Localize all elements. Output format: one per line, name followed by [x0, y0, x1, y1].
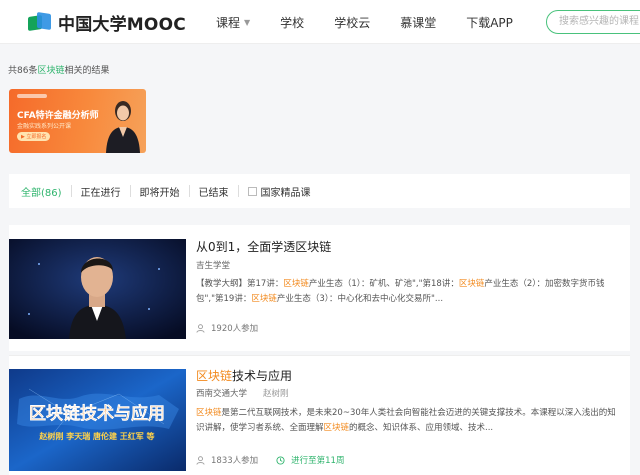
nav-item-download-app[interactable]: 下载APP: [466, 14, 513, 31]
logo-icon: [28, 12, 52, 32]
enrolled-count: 1920人参加: [211, 324, 259, 334]
divider: [237, 185, 239, 197]
course-school[interactable]: 西南交通大学: [196, 389, 247, 399]
nav-item-courses[interactable]: 课程 ▼: [216, 14, 250, 31]
user-icon: [196, 323, 205, 333]
divider: [70, 185, 72, 197]
thumbnail-title: 区块链技术与应用: [29, 403, 165, 424]
course-description: 【教学大纲】第17讲：区块链产业生态（1）：矿机、矿池","第18讲：区块链产业…: [196, 279, 605, 304]
main-nav: 课程 ▼ 学校 学校云 慕课堂 下载APP: [216, 0, 543, 44]
nav-item-school-cloud[interactable]: 学校云: [334, 14, 370, 31]
progress-status: 进行至第11周: [276, 454, 344, 466]
divider: [188, 185, 190, 197]
enrolled-count: 1833人参加: [211, 456, 259, 466]
national-quality-checkbox[interactable]: [247, 186, 257, 196]
banner-subtitle: 金融实践系列公开课: [17, 123, 72, 130]
banner-signup-tag: ▶ 立即报名: [17, 132, 51, 141]
course-thumbnail-image: 区块链技术与应用 赵树刚 李天瑞 唐伦建 王红军 等: [9, 369, 186, 471]
thumbnail-teachers: 赵树刚 李天瑞 唐伦建 王红军 等: [38, 431, 154, 441]
course-card[interactable]: 区块链技术与应用 赵树刚 李天瑞 唐伦建 王红军 等 区块链技术与应用 西南交通…: [9, 355, 630, 475]
course-teacher[interactable]: 赵树刚: [263, 389, 289, 399]
course-school-line: 西南交通大学 赵树刚: [196, 387, 289, 399]
course-card[interactable]: 从0到1，全面学透区块链 吉生学堂 【教学大纲】第17讲：区块链产业生态（1）：…: [9, 225, 630, 351]
user-icon: [196, 455, 205, 465]
chevron-down-icon: ▼: [244, 17, 251, 27]
filter-all[interactable]: 全部(86): [21, 184, 62, 199]
nav-item-mooc-class[interactable]: 慕课堂: [400, 14, 436, 31]
nav-item-schools[interactable]: 学校: [280, 14, 304, 31]
filter-ongoing[interactable]: 正在进行: [81, 184, 121, 199]
course-title[interactable]: 从0到1，全面学透区块链: [196, 238, 331, 255]
result-count: 共86条区块链相关的结果: [8, 66, 110, 76]
course-school[interactable]: 吉生学堂: [196, 259, 230, 271]
filter-upcoming[interactable]: 即将开始: [140, 184, 180, 199]
banner-person-image: [106, 101, 140, 153]
filter-ended[interactable]: 已结束: [199, 184, 229, 199]
national-quality-label[interactable]: 国家精品课: [261, 184, 311, 199]
course-thumbnail[interactable]: 区块链技术与应用 赵树刚 李天瑞 唐伦建 王红军 等: [9, 369, 186, 471]
course-description: 区块链是第二代互联网技术，是未来20~30年人类社会向智能社会迈进的关键支撑技术…: [196, 408, 616, 433]
site-logo[interactable]: 中国大学MOOC: [28, 10, 186, 35]
promo-banner[interactable]: CFA特许金融分析师 金融实践系列公开课 ▶ 立即报名: [9, 89, 146, 153]
course-meta: 1920人参加: [196, 322, 258, 334]
course-thumbnail-image: [9, 239, 186, 339]
filter-bar: 全部(86) 正在进行 即将开始 已结束 国家精品课: [9, 174, 630, 208]
course-thumbnail[interactable]: [9, 239, 186, 339]
banner-title: CFA特许金融分析师: [17, 111, 99, 121]
course-meta: 1833人参加 进行至第11周: [196, 454, 344, 466]
top-header: 中国大学MOOC 课程 ▼ 学校 学校云 慕课堂 下载APP 搜索感兴趣的课程: [0, 0, 640, 44]
course-title[interactable]: 区块链技术与应用: [196, 367, 292, 384]
divider: [129, 185, 131, 197]
search-input[interactable]: 搜索感兴趣的课程: [546, 10, 640, 34]
banner-brand-logo: [17, 94, 47, 98]
logo-text: 中国大学MOOC: [58, 14, 186, 35]
clock-icon: [276, 455, 285, 465]
